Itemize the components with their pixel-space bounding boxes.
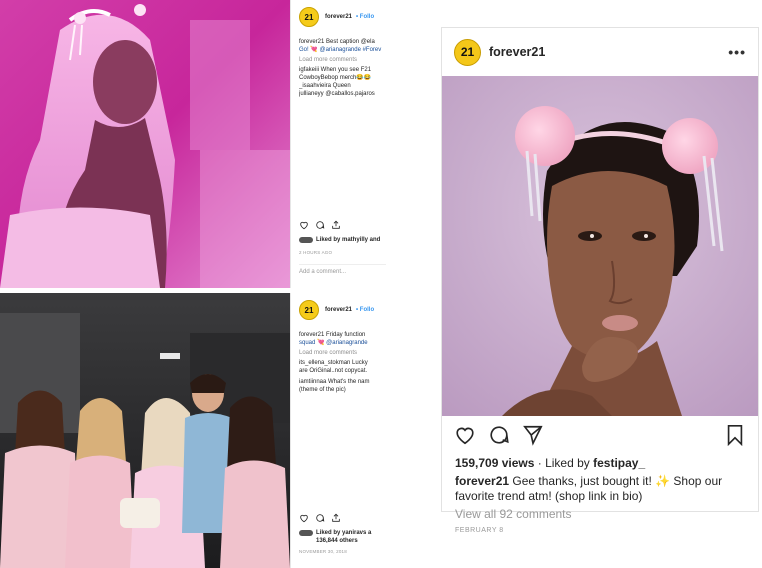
top-post-photo[interactable] (0, 0, 290, 288)
liked-by: Liked by mathyilly and (299, 237, 380, 243)
heart-icon[interactable] (454, 424, 476, 446)
logo-text: 21 (460, 45, 475, 59)
liker-avatars (299, 530, 313, 536)
views-line: 159,709 views · Liked by festipay_ (455, 456, 645, 470)
comment-line: igfakeiii When you see F21 (299, 67, 372, 73)
caption-line: squad 💘 @arianagrande (299, 340, 368, 346)
top-post-card: 21 forever21 • Follo forever21 Best capt… (0, 0, 386, 288)
action-bar (454, 424, 746, 448)
follow-button[interactable]: • Follo (356, 14, 374, 20)
like-count[interactable]: 136,844 others (316, 538, 358, 544)
comment-line: jullianeyy @caballos.pajaros (299, 91, 375, 97)
comment-icon[interactable] (315, 513, 325, 523)
comment-line: iamtiinnaa What's the nam (299, 379, 370, 385)
post-date: FEBRUARY 8 (455, 527, 504, 534)
view-count[interactable]: 159,709 views (455, 456, 534, 470)
bookmark-icon[interactable] (724, 424, 746, 446)
comment-line: its_ellena_stokman Lucky (299, 360, 368, 366)
bottom-post-header: 21 forever21 • Follo (299, 293, 386, 327)
liker-avatars (299, 237, 313, 243)
post-date: NOVEMBER 30, 2018 (299, 549, 347, 554)
caption-username-link[interactable]: forever21 (455, 474, 509, 488)
more-options-icon[interactable]: ••• (728, 44, 746, 60)
caption-line: forever21 Best caption @ela (299, 39, 375, 45)
logo-text: 21 (304, 305, 314, 315)
comment-line: _isaahvieira Queen (299, 83, 351, 89)
post-header: 21 forever21 ••• (442, 28, 758, 76)
forever21-logo[interactable]: 21 (454, 38, 481, 66)
action-bar (299, 513, 341, 523)
comment: igfakeiii When you see F21 CowboyBebop m… (299, 66, 386, 98)
heart-icon[interactable] (299, 513, 309, 523)
caption: forever21 Gee thanks, just bought it! ✨ … (455, 474, 748, 504)
caption: forever21 Friday function squad 💘 @arian… (299, 331, 386, 347)
share-icon[interactable] (331, 220, 341, 230)
caption: forever21 Best caption @ela Go! 💘 @arian… (299, 38, 386, 54)
main-post: 21 forever21 ••• 159,709 views · Liked b… (441, 27, 759, 534)
main-post-photo[interactable] (442, 76, 758, 416)
load-more-comments-link[interactable]: Load more comments (299, 350, 386, 356)
username-link[interactable]: forever21 (489, 45, 545, 59)
main-post-image (442, 76, 758, 416)
top-post-sidebar: 21 forever21 • Follo forever21 Best capt… (290, 0, 386, 288)
comment-line: CowboyBebop merch😂😂 (299, 75, 372, 81)
bottom-post-photo[interactable] (0, 293, 290, 568)
logo-text: 21 (304, 12, 314, 22)
comment-line: (theme of the pic) (299, 387, 346, 393)
top-post-image (0, 0, 290, 288)
liked-by-text[interactable]: Liked by mathyilly and (316, 237, 380, 243)
view-all-comments-link[interactable]: View all 92 comments (455, 507, 572, 521)
post-date: 2 HOURS AGO (299, 250, 333, 255)
liked-by-prefix: · Liked by (534, 456, 594, 470)
bottom-post-image (0, 293, 290, 568)
bottom-post-sidebar: 21 forever21 • Follo forever21 Friday fu… (290, 293, 386, 568)
forever21-logo[interactable]: 21 (299, 7, 319, 27)
comment: its_ellena_stokman Lucky are OriGinal..n… (299, 359, 386, 394)
action-bar (299, 220, 341, 230)
username-link[interactable]: forever21 (325, 14, 352, 20)
liked-by-user-link[interactable]: festipay_ (593, 456, 645, 470)
comment-line: are OriGinal..not copycat. (299, 368, 368, 374)
liked-by: Liked by yaniravs a (299, 530, 371, 536)
forever21-logo[interactable]: 21 (299, 300, 319, 320)
heart-icon[interactable] (299, 220, 309, 230)
username-link[interactable]: forever21 (325, 307, 352, 313)
load-more-comments-link[interactable]: Load more comments (299, 57, 386, 63)
share-icon[interactable] (331, 513, 341, 523)
follow-button[interactable]: • Follo (356, 307, 374, 313)
liked-by-text[interactable]: Liked by yaniravs a (316, 530, 371, 536)
top-post-header: 21 forever21 • Follo (299, 0, 386, 34)
send-icon[interactable] (522, 424, 544, 446)
comment-icon[interactable] (315, 220, 325, 230)
bottom-post-card: 21 forever21 • Follo forever21 Friday fu… (0, 293, 386, 568)
caption-line: Go! 💘 @arianagrande #Forev (299, 47, 382, 53)
add-comment-input[interactable]: Add a comment... (299, 264, 386, 275)
caption-line: forever21 Friday function (299, 332, 366, 338)
comment-icon[interactable] (488, 424, 510, 446)
